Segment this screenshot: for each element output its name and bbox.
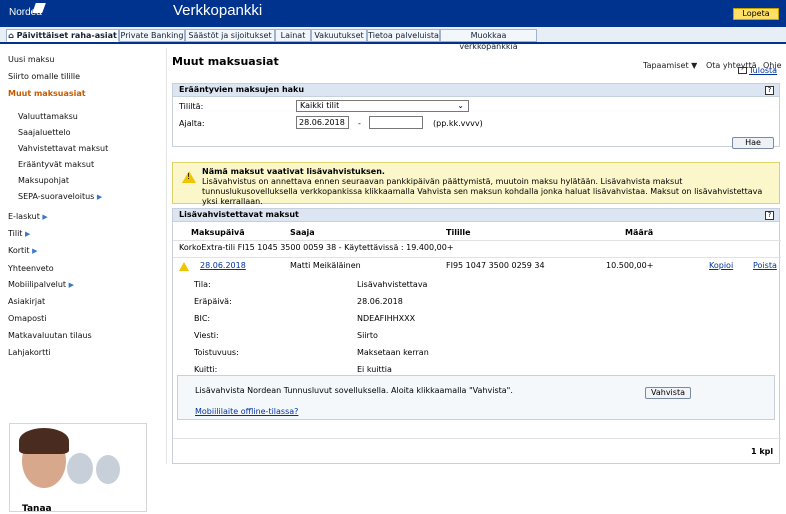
tab-private-banking[interactable]: Private Banking (119, 29, 185, 42)
chevron-right-icon: ▶ (68, 281, 74, 289)
payment-amount: 10.500,00+ (606, 261, 654, 270)
detail-value-due-date: 28.06.2018 (357, 297, 403, 306)
detail-value-message: Siirto (357, 331, 378, 340)
sidebar-item-other-payments[interactable]: Muut maksuasiat (8, 89, 86, 98)
sidebar-item-currency-payment[interactable]: Valuuttamaksu (18, 112, 78, 121)
sidebar-item-payees[interactable]: Saajaluettelo (18, 128, 71, 137)
confirmation-warning: Nämä maksut vaativat lisävahvistuksen. L… (172, 162, 780, 206)
nordea-logo-icon (32, 3, 46, 13)
sidebar-item-documents[interactable]: Asiakirjat (8, 297, 45, 306)
sidebar-item-travel-currency[interactable]: Matkavaluutan tilaus (8, 331, 92, 340)
date-column-header: Maksupäivä (191, 228, 245, 237)
sidebar-item-mail[interactable]: Omaposti (8, 314, 47, 323)
sidebar-item-new-payment[interactable]: Uusi maksu (8, 55, 54, 64)
payments-section-title: Lisävahvistettavat maksut (173, 209, 779, 222)
account-label: Tililtä: (179, 102, 204, 111)
print-link[interactable]: Tulosta (738, 66, 777, 75)
advisor-name: Tanaa (22, 504, 52, 514)
date-format-hint: (pp.kk.vvvv) (433, 119, 483, 128)
sidebar-item-accounts[interactable]: Tilit ▶ (8, 229, 30, 238)
advisor-card: Tanaa (9, 423, 147, 514)
main-tabs: ⌂ Päivittäiset raha-asiat Private Bankin… (0, 27, 786, 70)
sidebar-item-own-transfer[interactable]: Siirto omalle tilille (8, 72, 80, 81)
chevron-right-icon: ▶ (96, 193, 103, 201)
tab-insurance[interactable]: Vakuutukset (311, 29, 367, 42)
detail-label-message: Viesti: (194, 331, 219, 340)
copy-link[interactable]: Kopioi (709, 261, 733, 270)
sidebar-item-summary[interactable]: Yhteenveto (8, 264, 54, 273)
account-summary-line: KorkoExtra-tili FI15 1045 3500 0059 38 -… (179, 243, 454, 252)
search-section-title: Erääntyvien maksujen haku (173, 84, 779, 97)
main-content: Muut maksuasiat Tulosta Erääntyvien maks… (172, 50, 781, 464)
offline-device-link[interactable]: Mobiililaite offline-tilassa? (195, 407, 298, 416)
chevron-right-icon: ▶ (32, 247, 38, 255)
search-button[interactable]: Hae (732, 137, 774, 149)
chevron-down-icon: ⌄ (457, 101, 464, 110)
detail-label-due-date: Eräpäivä: (194, 297, 232, 306)
divider (173, 240, 781, 241)
sidebar: Uusi maksu Siirto omalle tilille Muut ma… (0, 48, 167, 514)
top-header: Nordea Verkkopankki Lopeta (0, 0, 786, 27)
sidebar-item-confirm-payments[interactable]: Vahvistettavat maksut (18, 144, 108, 153)
sidebar-item-due-payments[interactable]: Erääntyvät maksut (18, 160, 94, 169)
sidebar-item-sepa[interactable]: SEPA-suoraveloitus ▶ (18, 192, 102, 201)
detail-value-bic: NDEAFIHHXXX (357, 314, 416, 323)
home-icon: ⌂ (8, 31, 17, 40)
logout-button[interactable]: Lopeta (733, 8, 779, 20)
chevron-right-icon: ▶ (42, 213, 48, 221)
detail-value-status: Lisävahvistettava (357, 280, 428, 289)
date-to-input[interactable] (369, 116, 423, 129)
account-select[interactable]: Kaikki tilit ⌄ (296, 100, 469, 112)
confirm-payments-panel: Lisävahvistettavat maksut ? Maksupäivä S… (172, 208, 781, 464)
date-separator: - (358, 119, 361, 128)
detail-value-receipt: Ei kuittia (357, 365, 392, 374)
date-label: Ajalta: (179, 119, 205, 128)
tab-savings-investments[interactable]: Säästöt ja sijoitukset (185, 29, 275, 42)
payment-date-link[interactable]: 28.06.2018 (200, 261, 246, 270)
warning-icon (179, 262, 189, 271)
tab-services-info[interactable]: Tietoa palveluista (367, 29, 440, 42)
divider (173, 257, 781, 258)
warning-message: Nämä maksut vaativat lisävahvistuksen. L… (202, 167, 763, 206)
tab-daily-banking[interactable]: ⌂ Päivittäiset raha-asiat (6, 29, 119, 42)
background-person (67, 453, 93, 484)
help-icon[interactable]: ? (765, 86, 774, 95)
recipient-account: FI95 1047 3500 0259 34 (446, 261, 545, 270)
detail-label-bic: BIC: (194, 314, 211, 323)
help-icon[interactable]: ? (765, 211, 774, 220)
divider (173, 438, 781, 439)
chevron-right-icon: ▶ (25, 230, 31, 238)
detail-label-receipt: Kuitti: (194, 365, 218, 374)
payee-column-header: Saaja (290, 228, 315, 237)
result-count: 1 kpl (751, 447, 774, 456)
tab-loans[interactable]: Lainat (275, 29, 311, 42)
detail-label-frequency: Toistuvuus: (194, 348, 239, 357)
tab-customize[interactable]: Muokkaa verkkopankkia (440, 29, 537, 51)
sidebar-item-e-invoices[interactable]: E-laskut ▶ (8, 212, 48, 221)
sidebar-item-payment-templates[interactable]: Maksupohjat (18, 176, 69, 185)
detail-value-frequency: Maksetaan kerran (357, 348, 429, 357)
confirmation-instruction: Lisävahvista Nordean Tunnusluvut sovellu… (195, 386, 513, 395)
date-from-input[interactable]: 28.06.2018 (296, 116, 349, 129)
avatar-hair (19, 428, 69, 454)
background-person (96, 455, 120, 484)
confirmation-box: Lisävahvista Nordean Tunnusluvut sovellu… (177, 375, 775, 420)
payee-name: Matti Meikäläinen (290, 261, 361, 270)
sidebar-item-cards[interactable]: Kortit ▶ (8, 246, 37, 255)
page-title: Muut maksuasiat (172, 55, 279, 68)
due-payments-search: Erääntyvien maksujen haku ? Tililtä: Kai… (172, 83, 780, 147)
sidebar-item-gift-card[interactable]: Lahjakortti (8, 348, 51, 357)
account-column-header: Tilille (446, 228, 471, 237)
sidebar-item-mobile-services[interactable]: Mobiilipalvelut ▶ (8, 280, 74, 289)
app-title: Verkkopankki (173, 2, 263, 19)
detail-label-status: Tila: (194, 280, 211, 289)
delete-link[interactable]: Poista (753, 261, 777, 270)
confirm-button[interactable]: Vahvista (645, 387, 691, 399)
warning-icon (182, 171, 196, 183)
amount-column-header: Määrä (625, 228, 654, 237)
printer-icon (738, 67, 747, 74)
